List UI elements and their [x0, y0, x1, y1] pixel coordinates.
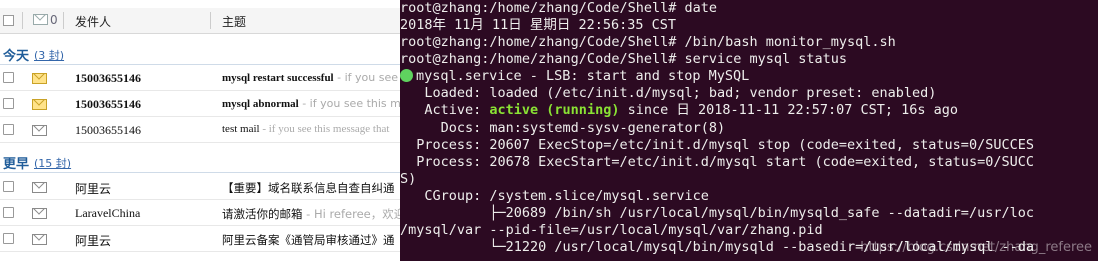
row-checkbox[interactable] — [3, 233, 14, 244]
read-envelope-icon — [32, 208, 47, 219]
row-checkbox[interactable] — [3, 207, 14, 218]
terminal-line: Process: 20678 ExecStart=/etc/init.d/mys… — [400, 154, 1034, 170]
attachment-column-icon[interactable]: 0 — [50, 13, 58, 27]
mail-sender: 阿里云 — [75, 182, 112, 196]
mail-list-header: 0 发件人 主题 — [0, 8, 400, 34]
mail-row[interactable]: LaravelChina 请激活你的邮箱 - Hi referee，欢迎 — [0, 200, 400, 226]
terminal-line: CGroup: /system.slice/mysql.service — [400, 188, 709, 204]
service-status-line: mysql.service - LSB: start and stop MySQ… — [400, 68, 749, 85]
mail-subject: test mail - if you see this message that — [222, 123, 390, 135]
mail-subject: 请激活你的邮箱 - Hi referee，欢迎 — [222, 206, 400, 222]
unread-envelope-icon — [32, 73, 47, 84]
active-state: active (running) — [489, 102, 620, 118]
group-today: 今天 (3 封) — [0, 42, 400, 65]
mail-row[interactable]: 15003655146 test mail - if you see this … — [0, 117, 400, 143]
row-checkbox[interactable] — [3, 124, 14, 135]
mail-row[interactable]: 15003655146 mysql abnormal - if you see … — [0, 91, 400, 117]
mail-subject: mysql abnormal - if you see this message — [222, 97, 400, 110]
read-envelope-icon — [32, 125, 47, 136]
mail-sender: 阿里云 — [75, 234, 112, 248]
row-checkbox[interactable] — [3, 98, 14, 109]
status-dot-icon — [400, 69, 413, 82]
terminal-line: root@zhang:/home/zhang/Code/Shell# /bin/… — [400, 34, 896, 50]
mail-row[interactable]: 15003655146 mysql restart successful - i… — [0, 65, 400, 91]
terminal-line: root@zhang:/home/zhang/Code/Shell# date — [400, 0, 717, 16]
row-checkbox[interactable] — [3, 181, 14, 192]
terminal-line: Loaded: loaded (/etc/init.d/mysql; bad; … — [400, 85, 937, 101]
mail-subject: 阿里云备案《通管局审核通过》通 — [222, 233, 395, 247]
subject-column-header[interactable]: 主题 — [222, 13, 246, 30]
watermark: https://blog.csdn.net/zhang_referee — [860, 240, 1092, 255]
read-status-column-icon[interactable] — [33, 14, 48, 25]
unread-envelope-icon — [32, 99, 47, 110]
mail-preview: - if you see this message — [302, 97, 400, 110]
group-title: 今天 — [3, 49, 30, 64]
terminal-line: Process: 20607 ExecStop=/etc/init.d/mysq… — [400, 137, 1034, 153]
terminal-line: root@zhang:/home/zhang/Code/Shell# servi… — [400, 51, 848, 67]
mail-row[interactable]: 阿里云 【重要】域名联系信息自查自纠通 — [0, 174, 400, 200]
active-status-line: Active: active (running) since 日 2018-11… — [400, 102, 959, 118]
group-earlier: 更早 (15 封) — [0, 150, 400, 173]
terminal-window[interactable]: root@zhang:/home/zhang/Code/Shell# date … — [400, 0, 1098, 261]
row-checkbox[interactable] — [3, 72, 14, 83]
mail-preview: - Hi referee，欢迎 — [302, 207, 400, 221]
select-all-checkbox[interactable] — [3, 15, 14, 26]
mail-list-pane: 0 发件人 主题 今天 (3 封) 15003655146 mysql rest… — [0, 0, 400, 261]
mail-subject: 【重要】域名联系信息自查自纠通 — [222, 181, 395, 195]
group-count-link[interactable]: (3 封) — [34, 47, 64, 63]
terminal-line: S) — [400, 171, 417, 187]
terminal-line: /mysql/var --pid-file=/usr/local/mysql/v… — [400, 222, 823, 238]
group-title: 更早 — [3, 157, 30, 172]
mail-preview: - if you see this message — [337, 71, 400, 84]
terminal-line: ├─20689 /bin/sh /usr/local/mysql/bin/mys… — [400, 205, 1034, 221]
mail-sender: LaravelChina — [75, 206, 141, 220]
read-envelope-icon — [32, 182, 47, 193]
mail-sender: 15003655146 — [75, 97, 141, 111]
mail-row[interactable]: 阿里云 阿里云备案《通管局审核通过》通 — [0, 226, 400, 252]
terminal-line: 2018年 11月 11日 星期日 22:56:35 CST — [400, 17, 677, 33]
mail-subject: mysql restart successful - if you see th… — [222, 71, 400, 84]
mail-sender: 15003655146 — [75, 123, 141, 137]
sender-column-header[interactable]: 发件人 — [75, 13, 111, 30]
mail-sender: 15003655146 — [75, 71, 141, 85]
terminal-line: Docs: man:systemd-sysv-generator(8) — [400, 120, 726, 136]
read-envelope-icon — [32, 234, 47, 245]
group-count-link[interactable]: (15 封) — [34, 155, 71, 171]
mail-preview: - if you see this message that — [259, 123, 390, 135]
